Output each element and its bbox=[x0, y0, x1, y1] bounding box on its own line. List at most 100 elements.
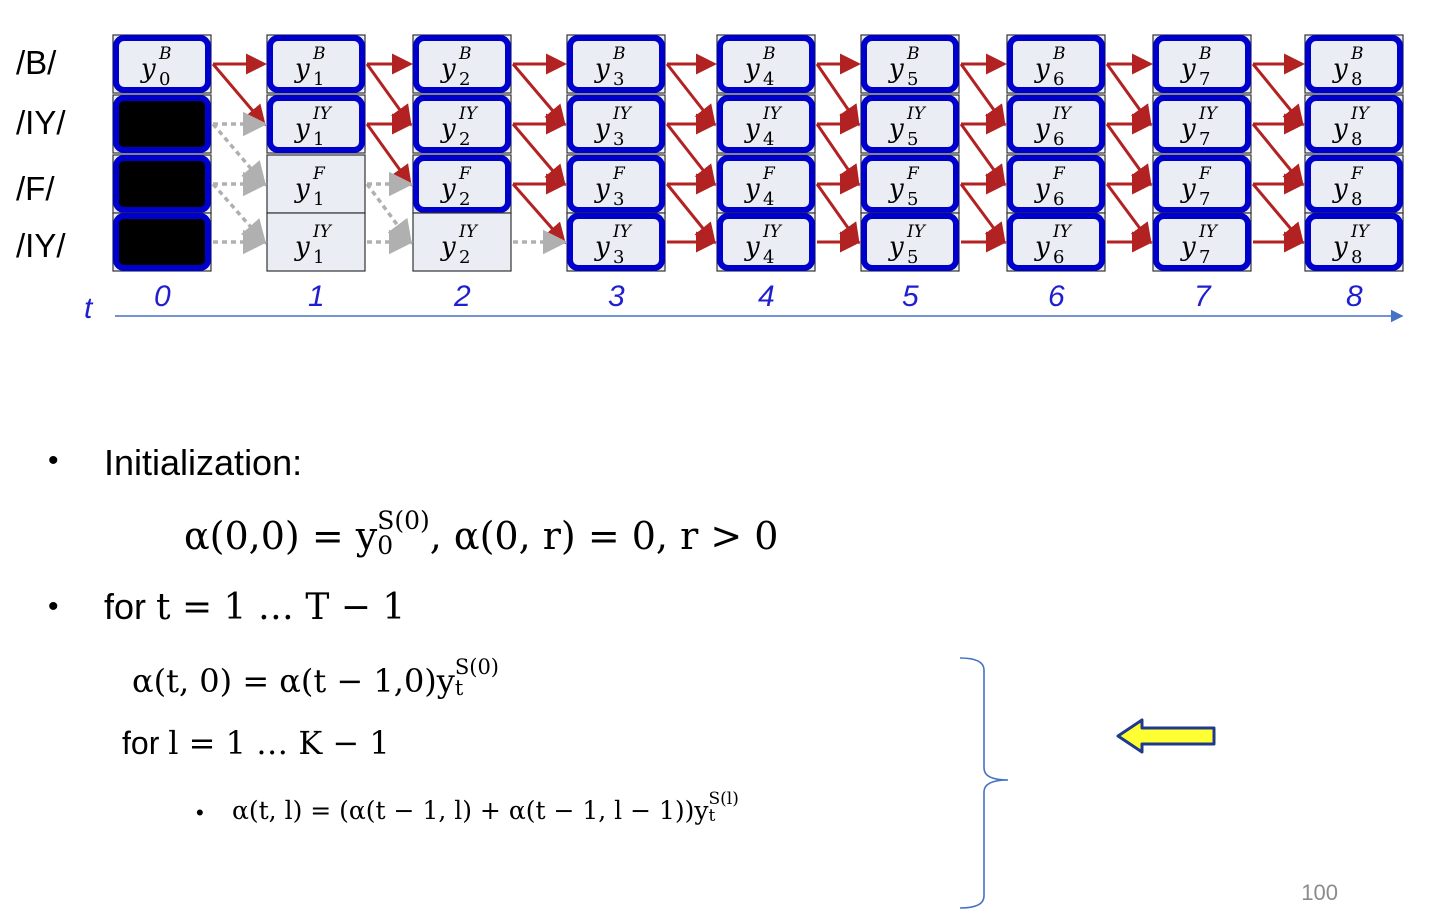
bullet-dot: • bbox=[196, 800, 204, 825]
svg-text:y: y bbox=[888, 114, 904, 144]
trellis-cell: y B 8 bbox=[1304, 34, 1404, 94]
svg-text:y: y bbox=[440, 232, 456, 262]
trellis-cell: y B 0 bbox=[112, 34, 212, 94]
svg-text:8: 8 bbox=[1351, 69, 1362, 90]
svg-text:7: 7 bbox=[1199, 247, 1210, 268]
svg-text:8: 8 bbox=[1351, 247, 1362, 268]
svg-text:y: y bbox=[1180, 174, 1196, 204]
trellis-cell: y B 1 bbox=[266, 34, 366, 94]
dotted-arrow bbox=[211, 182, 267, 245]
svg-text:1: 1 bbox=[313, 69, 324, 90]
svg-text:y: y bbox=[744, 174, 760, 204]
svg-text:IY: IY bbox=[1198, 104, 1219, 124]
svg-text:IY: IY bbox=[906, 104, 927, 124]
transition-arrow bbox=[1105, 183, 1152, 245]
svg-text:4: 4 bbox=[763, 247, 774, 268]
yellow-left-arrow-icon bbox=[1116, 718, 1216, 754]
bullet-dot: • bbox=[48, 444, 59, 477]
trellis-cell: y IY 5 bbox=[860, 212, 960, 272]
transition-arrow bbox=[1251, 123, 1304, 187]
svg-text:5: 5 bbox=[907, 247, 918, 268]
transition-arrow bbox=[511, 183, 566, 245]
svg-text:8: 8 bbox=[1351, 189, 1362, 210]
svg-text:y: y bbox=[1332, 232, 1348, 262]
svg-text:IY: IY bbox=[906, 222, 927, 242]
svg-text:IY: IY bbox=[1198, 222, 1219, 242]
svg-text:y: y bbox=[888, 174, 904, 204]
svg-text:y: y bbox=[1034, 232, 1050, 262]
svg-text:y: y bbox=[1332, 54, 1348, 84]
svg-text:3: 3 bbox=[613, 69, 624, 90]
svg-text:F: F bbox=[762, 164, 776, 184]
trellis-cell bbox=[112, 94, 212, 154]
svg-text:y: y bbox=[294, 174, 310, 204]
bullet-dot: • bbox=[48, 590, 59, 623]
svg-text:F: F bbox=[312, 164, 326, 184]
trellis-cell: y IY 8 bbox=[1304, 212, 1404, 272]
svg-text:IY: IY bbox=[1052, 104, 1073, 124]
row-label-b: /B/ bbox=[16, 44, 57, 81]
trellis-cell: y IY 6 bbox=[1006, 212, 1106, 272]
svg-text:y: y bbox=[440, 114, 456, 144]
svg-text:F: F bbox=[458, 164, 472, 184]
time-tick-label: 3 bbox=[608, 280, 625, 313]
trellis-cell: y B 4 bbox=[716, 34, 816, 94]
trellis-cell: y IY 1 bbox=[266, 94, 366, 154]
trellis-cell: y IY 3 bbox=[566, 212, 666, 272]
trellis-cell: y F 5 bbox=[860, 154, 960, 214]
trellis-cell: y IY 3 bbox=[566, 94, 666, 154]
trellis-cell: y IY 2 bbox=[412, 94, 512, 154]
svg-text:y: y bbox=[294, 232, 310, 262]
dotted-arrow bbox=[365, 182, 413, 245]
svg-text:y: y bbox=[594, 54, 610, 84]
svg-text:7: 7 bbox=[1199, 69, 1210, 90]
page-number: 100 bbox=[1301, 880, 1338, 905]
svg-text:y: y bbox=[888, 232, 904, 262]
trellis-cell: y IY 2 bbox=[412, 212, 512, 272]
svg-text:2: 2 bbox=[459, 69, 470, 90]
svg-text:4: 4 bbox=[763, 129, 774, 150]
trellis-cell: y IY 7 bbox=[1152, 212, 1252, 272]
svg-text:6: 6 bbox=[1053, 69, 1064, 90]
trellis-cell bbox=[112, 154, 212, 214]
svg-text:y: y bbox=[140, 54, 156, 84]
trellis-cell: y IY 6 bbox=[1006, 94, 1106, 154]
svg-text:3: 3 bbox=[613, 247, 624, 268]
svg-text:IY: IY bbox=[762, 104, 783, 124]
svg-text:6: 6 bbox=[1053, 129, 1064, 150]
transition-arrow bbox=[511, 63, 566, 127]
svg-text:3: 3 bbox=[613, 189, 624, 210]
svg-text:B: B bbox=[158, 44, 172, 64]
trellis-cell: y F 4 bbox=[716, 154, 816, 214]
svg-text:F: F bbox=[906, 164, 920, 184]
trellis-cell: y F 1 bbox=[266, 154, 366, 214]
trellis-cell bbox=[112, 212, 212, 272]
svg-text:IY: IY bbox=[1350, 104, 1371, 124]
transition-arrow bbox=[1105, 123, 1152, 187]
trellis-cell: y B 5 bbox=[860, 34, 960, 94]
svg-text:1: 1 bbox=[313, 129, 324, 150]
transition-arrow bbox=[511, 123, 566, 187]
svg-text:2: 2 bbox=[459, 189, 470, 210]
svg-text:y: y bbox=[1034, 54, 1050, 84]
svg-text:IY: IY bbox=[312, 222, 333, 242]
trellis-cell: y IY 1 bbox=[266, 212, 366, 272]
trellis-cell: y F 6 bbox=[1006, 154, 1106, 214]
transition-arrow bbox=[665, 123, 716, 187]
svg-text:IY: IY bbox=[458, 104, 479, 124]
svg-text:2: 2 bbox=[459, 247, 470, 268]
trellis-cell: y IY 4 bbox=[716, 94, 816, 154]
svg-text:y: y bbox=[1180, 54, 1196, 84]
svg-text:y: y bbox=[888, 54, 904, 84]
brace-and-pointer bbox=[959, 657, 1216, 909]
svg-text:IY: IY bbox=[762, 222, 783, 242]
svg-text:B: B bbox=[312, 44, 326, 64]
transition-arrow bbox=[1251, 183, 1304, 245]
dotted-arrow bbox=[211, 122, 267, 187]
right-brace bbox=[959, 657, 1009, 909]
initialization-label: Initialization: bbox=[104, 442, 303, 483]
trellis-cell: y F 3 bbox=[566, 154, 666, 214]
svg-text:6: 6 bbox=[1053, 189, 1064, 210]
trellis-cell: y IY 7 bbox=[1152, 94, 1252, 154]
alpha-tl-equation: α(t, l) = (α(t − 1, l) + α(t − 1, l − 1)… bbox=[232, 788, 739, 826]
